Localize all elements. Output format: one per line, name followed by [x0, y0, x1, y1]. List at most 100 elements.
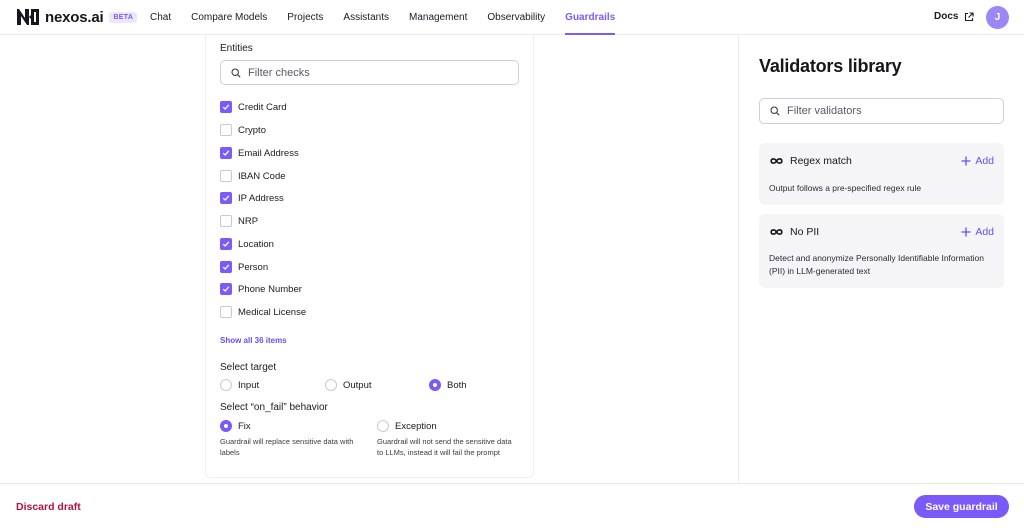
- search-icon: [231, 67, 241, 78]
- on-fail-fix-option[interactable]: Fix: [220, 420, 251, 432]
- brand-name: nexos.ai: [45, 8, 104, 26]
- radio-label: Exception: [395, 420, 437, 432]
- checkbox[interactable]: [220, 283, 232, 295]
- nav-link-observability[interactable]: Observability: [487, 0, 545, 35]
- checkmark-icon: [222, 104, 230, 110]
- checkbox[interactable]: [220, 261, 232, 273]
- on-fail-exception-option[interactable]: Exception: [377, 420, 437, 432]
- filter-checks-placeholder: Filter checks: [248, 66, 310, 79]
- filter-validators-input[interactable]: Filter validators: [759, 98, 1004, 124]
- entity-crypto[interactable]: Crypto: [220, 124, 266, 136]
- select-target-label: Select target: [220, 362, 277, 373]
- validator-head: Regex match: [770, 155, 852, 167]
- entity-location[interactable]: Location: [220, 238, 274, 250]
- checkbox[interactable]: [220, 170, 232, 182]
- avatar[interactable]: J: [986, 6, 1009, 29]
- checkmark-icon: [222, 241, 230, 247]
- validator-name: Regex match: [790, 155, 852, 167]
- checkbox[interactable]: [220, 215, 232, 227]
- entity-credit-card[interactable]: Credit Card: [220, 101, 287, 113]
- brand-logo[interactable]: nexos.ai BETA: [16, 8, 138, 26]
- checkbox[interactable]: [220, 124, 232, 136]
- target-output-option[interactable]: Output: [325, 379, 372, 391]
- nav-link-management[interactable]: Management: [409, 0, 467, 35]
- checkbox-label: Credit Card: [238, 101, 287, 113]
- target-input-option[interactable]: Input: [220, 379, 259, 391]
- radio-label: Output: [343, 379, 372, 391]
- fix-help-text: Guardrail will replace sensitive data wi…: [220, 437, 354, 457]
- infinity-icon: [770, 158, 783, 164]
- add-label: Add: [975, 226, 994, 238]
- infinity-icon: [770, 229, 783, 235]
- top-nav: nexos.ai BETA Chat Compare Models Projec…: [0, 0, 1024, 35]
- checkbox[interactable]: [220, 192, 232, 204]
- checkbox[interactable]: [220, 147, 232, 159]
- entity-person[interactable]: Person: [220, 261, 268, 273]
- entity-ip-address[interactable]: IP Address: [220, 192, 284, 204]
- checkbox-label: Person: [238, 261, 269, 273]
- radio-button[interactable]: [429, 379, 441, 391]
- exception-help-text: Guardrail will not send the sensitive da…: [377, 437, 512, 457]
- checkbox-label: IP Address: [238, 192, 284, 204]
- target-both-option[interactable]: Both: [429, 379, 467, 391]
- checkbox-label: Crypto: [238, 124, 266, 136]
- validator-name: No PII: [790, 226, 820, 238]
- validator-description: Output follows a pre-specified regex rul…: [769, 183, 922, 193]
- radio-label: Both: [447, 379, 467, 391]
- entity-nrp[interactable]: NRP: [220, 215, 258, 227]
- checkmark-icon: [222, 150, 230, 156]
- show-all-items-link[interactable]: Show all 36 items: [220, 336, 287, 345]
- entity-iban-code[interactable]: IBAN Code: [220, 170, 286, 182]
- radio-button[interactable]: [325, 379, 337, 391]
- docs-label: Docs: [934, 11, 959, 22]
- validators-library-title: Validators library: [759, 56, 902, 76]
- validator-card-regex-match: Regex match Add Output follows a pre-spe…: [759, 143, 1004, 205]
- radio-label: Fix: [238, 420, 251, 432]
- plus-icon: [961, 227, 971, 237]
- add-label: Add: [975, 155, 994, 167]
- checkmark-icon: [222, 195, 230, 201]
- docs-link[interactable]: Docs: [934, 11, 975, 22]
- radio-button[interactable]: [220, 379, 232, 391]
- nexos-logo-icon: [17, 9, 39, 25]
- entities-label: Entities: [220, 43, 253, 54]
- add-validator-button[interactable]: Add: [961, 155, 994, 167]
- nav-link-guardrails[interactable]: Guardrails: [565, 0, 616, 35]
- radio-button[interactable]: [377, 420, 389, 432]
- checkbox-label: Medical License: [238, 306, 307, 318]
- on-fail-label: Select “on_fail” behavior: [220, 402, 328, 413]
- beta-badge: BETA: [109, 11, 138, 23]
- nav-link-assistants[interactable]: Assistants: [343, 0, 389, 35]
- checkbox-label: Phone Number: [238, 283, 302, 295]
- checkbox[interactable]: [220, 238, 232, 250]
- nav-link-compare-models[interactable]: Compare Models: [191, 0, 267, 35]
- radio-button[interactable]: [220, 420, 232, 432]
- search-icon: [770, 106, 780, 116]
- checkbox[interactable]: [220, 101, 232, 113]
- validator-head: No PII: [770, 226, 819, 238]
- save-guardrail-button[interactable]: Save guardrail: [914, 495, 1009, 518]
- radio-label: Input: [238, 379, 260, 391]
- add-validator-button[interactable]: Add: [961, 226, 994, 238]
- entity-phone-number[interactable]: Phone Number: [220, 283, 302, 295]
- checkbox-label: NRP: [238, 215, 259, 227]
- plus-icon: [961, 156, 971, 166]
- checkbox[interactable]: [220, 306, 232, 318]
- filter-checks-input[interactable]: Filter checks: [220, 60, 519, 85]
- checkbox-label: Email Address: [238, 147, 299, 159]
- validator-card-no-pii: No PII Add Detect and anonymize Personal…: [759, 214, 1004, 288]
- validator-description: Detect and anonymize Personally Identifi…: [769, 253, 984, 276]
- checkmark-icon: [222, 264, 230, 270]
- nav-link-chat[interactable]: Chat: [150, 0, 171, 35]
- checkbox-label: IBAN Code: [238, 170, 286, 182]
- external-link-icon: [965, 11, 975, 21]
- footer-bar: Discard draft Save guardrail: [0, 483, 1024, 528]
- nav-link-projects[interactable]: Projects: [287, 0, 323, 35]
- discard-draft-button[interactable]: Discard draft: [16, 501, 81, 513]
- entity-medical-license[interactable]: Medical License: [220, 306, 306, 318]
- entity-email-address[interactable]: Email Address: [220, 147, 299, 159]
- checkmark-icon: [222, 286, 230, 292]
- checkbox-label: Location: [238, 238, 274, 250]
- filter-validators-placeholder: Filter validators: [787, 105, 862, 117]
- nav-links: Chat Compare Models Projects Assistants …: [150, 0, 635, 35]
